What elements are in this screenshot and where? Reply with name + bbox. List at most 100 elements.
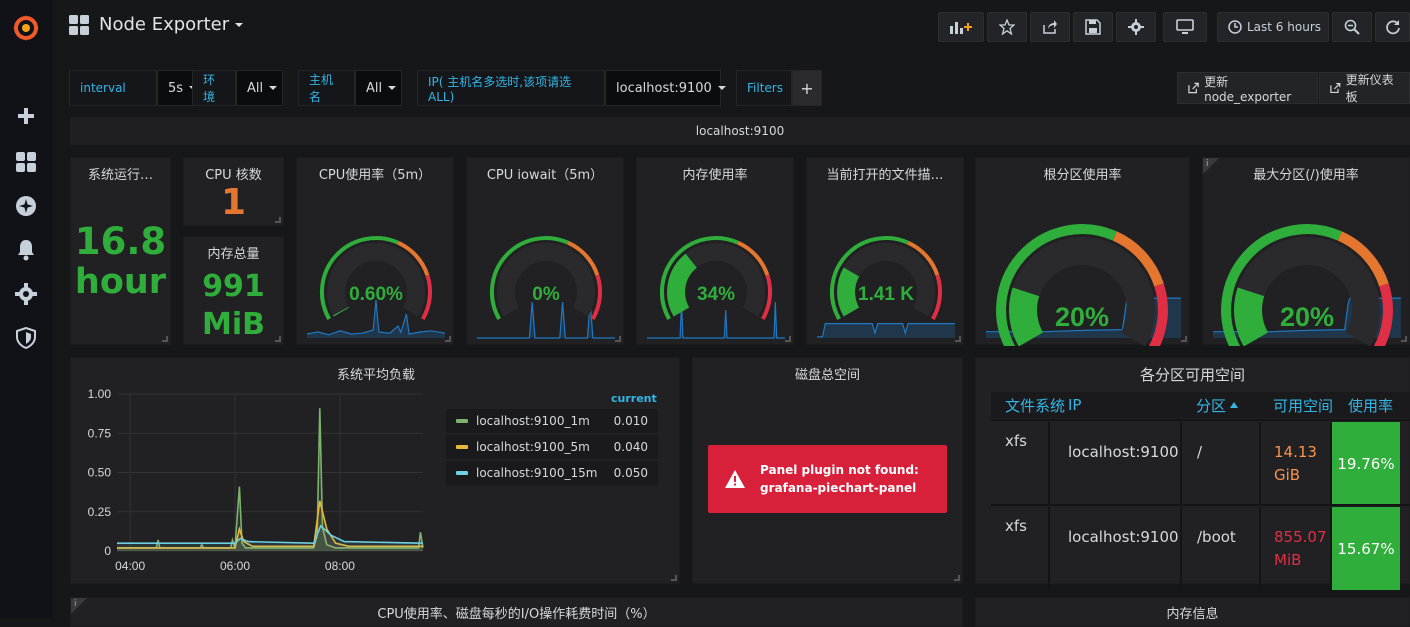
x-tick-label: 08:00 <box>325 559 355 573</box>
env-select[interactable]: All <box>236 70 283 106</box>
legend-item[interactable]: localhost:9100_15m 0.050 <box>446 461 658 485</box>
cell-avail-value: 855.07 <box>1274 528 1327 546</box>
resize-handle[interactable] <box>275 336 281 342</box>
chevron-down-icon <box>235 22 244 27</box>
legend-item[interactable]: localhost:9100_5m 0.040 <box>446 435 658 459</box>
time-range-text: Last 6 hours <box>1247 20 1321 34</box>
series-area <box>117 408 423 551</box>
gauge-value: 34% <box>697 284 735 305</box>
panel-title[interactable]: 系统运行… <box>71 164 170 183</box>
resize-handle[interactable] <box>615 336 621 342</box>
row-header-text: localhost:9100 <box>695 124 785 138</box>
link-update-dashboard[interactable]: 更新仪表板 <box>1319 72 1410 104</box>
resize-handle[interactable] <box>785 336 791 342</box>
warning-icon <box>725 470 745 488</box>
interval-value: 5s <box>168 80 184 96</box>
save-icon <box>1085 19 1101 35</box>
uptime-panel: 系统运行… 16.8 hour <box>70 157 171 345</box>
col-header-usage[interactable]: 使用率 <box>1348 392 1393 418</box>
legend-swatch <box>456 445 468 449</box>
external-link-icon <box>1188 82 1199 94</box>
alerting-bell-icon[interactable] <box>8 232 44 268</box>
resize-handle[interactable] <box>162 336 168 342</box>
config-gear-icon[interactable] <box>8 276 44 312</box>
dashboard-title-text: Node Exporter <box>99 14 230 35</box>
resize-handle[interactable] <box>275 217 281 223</box>
ip-label: IP( 主机名多选时,该项请选ALL) <box>417 70 605 106</box>
legend-swatch <box>456 471 468 475</box>
tv-mode-button[interactable] <box>1163 12 1207 42</box>
legend-name: localhost:9100_1m <box>476 414 590 428</box>
hostname-label: 主机名 <box>298 70 355 106</box>
x-tick-label: 06:00 <box>220 559 250 573</box>
chevron-down-icon <box>717 86 726 90</box>
gauge-svg: 0% <box>477 236 615 339</box>
sparkline-line <box>647 301 785 339</box>
resize-handle[interactable] <box>1401 336 1407 342</box>
series-line <box>117 500 423 549</box>
dashboard-title[interactable]: Node Exporter <box>69 14 244 35</box>
resize-handle[interactable] <box>445 336 451 342</box>
resize-handle[interactable] <box>954 575 960 581</box>
col-header-mount[interactable]: 分区 <box>1196 392 1239 418</box>
gauge-value: 20% <box>1055 302 1109 332</box>
panel-title[interactable]: 各分区可用空间 <box>976 364 1409 385</box>
zoom-out-button[interactable] <box>1332 12 1372 42</box>
col-header-avail[interactable]: 可用空间 <box>1273 392 1333 418</box>
plus-icon[interactable] <box>8 98 44 134</box>
top-navbar: Node Exporter Last 6 hours <box>53 0 1410 56</box>
grafana-logo-icon[interactable] <box>8 10 44 46</box>
ip-select[interactable]: localhost:9100 <box>605 70 726 106</box>
gauge-svg: 20% <box>986 224 1181 346</box>
cell-separator <box>1048 422 1050 505</box>
gauge-panel: 当前打开的文件描… 1.41 K <box>806 157 964 345</box>
cpu-cores-panel: CPU 核数 1 <box>183 157 284 226</box>
gauge-svg: 20% <box>1213 224 1401 346</box>
filters-add-button[interactable]: + <box>792 70 822 106</box>
row-header[interactable]: localhost:9100 <box>70 117 1410 145</box>
cell-fs: xfs <box>1005 517 1027 535</box>
cell-usage: 15.67% <box>1332 507 1400 590</box>
external-link-icon <box>1330 82 1341 94</box>
time-picker-button[interactable]: Last 6 hours <box>1217 12 1329 42</box>
save-button[interactable] <box>1073 12 1113 42</box>
panel-title[interactable]: CPU使用率、磁盘每秒的I/O操作耗费时间（%） <box>71 603 962 622</box>
gear-icon <box>1128 19 1144 35</box>
gauge-panel: i 最大分区(/)使用率 20% <box>1202 157 1410 346</box>
panel-title[interactable]: 磁盘总空间 <box>693 364 962 383</box>
share-button[interactable] <box>1030 12 1070 42</box>
resize-handle[interactable] <box>955 336 961 342</box>
row-separator <box>991 419 1410 421</box>
monitor-icon <box>1176 19 1194 34</box>
explore-compass-icon[interactable] <box>8 188 44 224</box>
panel-title[interactable]: 内存信息 <box>976 603 1409 622</box>
panel-title[interactable]: CPU 核数 <box>184 164 283 183</box>
y-tick-label: 0 <box>104 544 111 558</box>
load-chart[interactable]: 0 0.25 0.50 0.75 1.00 04:00 06:00 08:00 <box>71 358 501 585</box>
chevron-down-icon <box>388 86 397 90</box>
refresh-icon <box>1385 20 1400 35</box>
hostname-select[interactable]: All <box>355 70 402 106</box>
dashboards-icon[interactable] <box>8 144 44 180</box>
row-separator <box>991 504 1410 506</box>
sparkline-area <box>647 302 785 338</box>
resize-handle[interactable] <box>671 575 677 581</box>
col-header-fs[interactable]: 文件系统 <box>1005 392 1065 418</box>
add-panel-button[interactable] <box>938 12 984 42</box>
refresh-button[interactable] <box>1375 12 1410 42</box>
settings-button[interactable] <box>1116 12 1156 42</box>
cell-fs: xfs <box>1005 432 1027 450</box>
col-header-ip[interactable]: IP <box>1068 392 1081 418</box>
gauge-svg: 34% <box>647 236 785 339</box>
star-button[interactable] <box>987 12 1027 42</box>
cpu-disk-io-panel: i CPU使用率、磁盘每秒的I/O操作耗费时间（%） <box>70 597 963 627</box>
cell-avail-unit: MiB <box>1274 551 1302 569</box>
cell-ip: localhost:9100 <box>1068 528 1179 546</box>
resize-handle[interactable] <box>1181 336 1187 342</box>
legend-item[interactable]: localhost:9100_1m 0.010 <box>446 409 658 433</box>
link-update-node-exporter[interactable]: 更新node_exporter <box>1177 72 1318 104</box>
cell-usage: 19.76% <box>1332 422 1400 505</box>
filters-label: Filters <box>736 70 792 106</box>
panel-title[interactable]: 内存总量 <box>184 243 283 262</box>
shield-icon[interactable] <box>8 320 44 356</box>
